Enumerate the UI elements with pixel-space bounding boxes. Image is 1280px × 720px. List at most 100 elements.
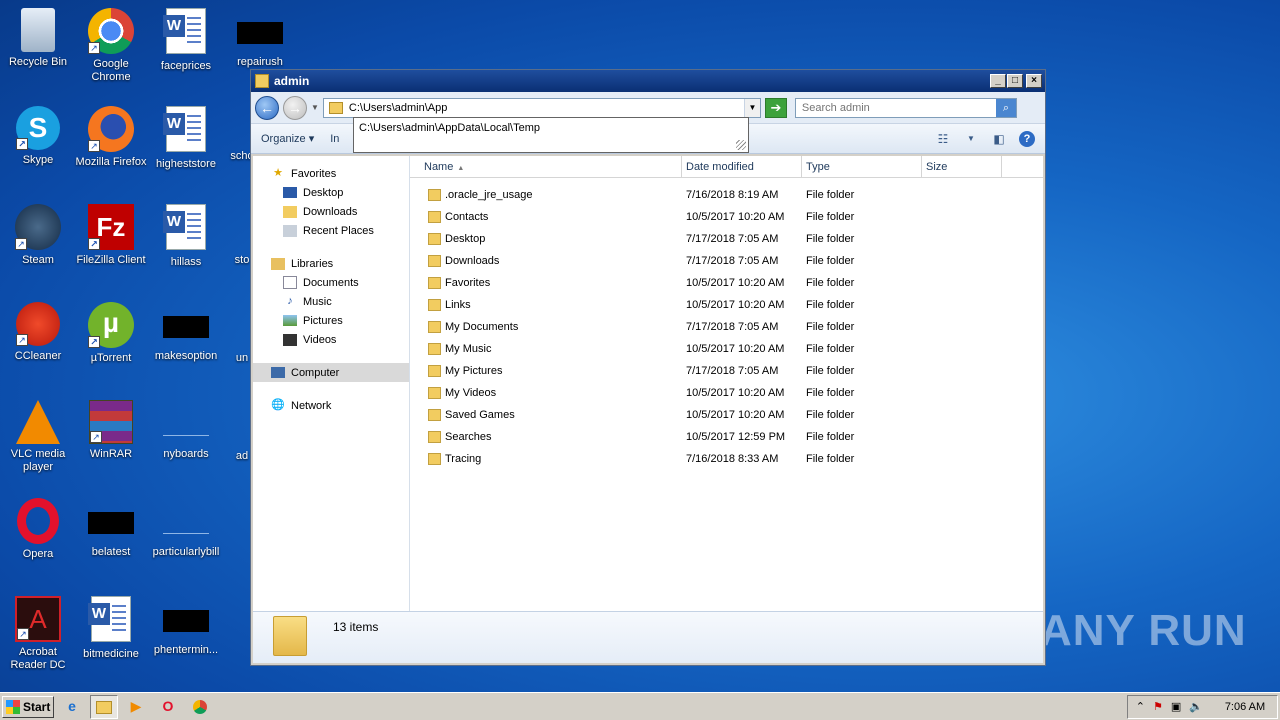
desktop-icon-belatest[interactable]: belatest [73,498,149,559]
desktop-icon-phentermin[interactable]: phentermin... [148,596,224,657]
file-type: File folder [806,387,855,399]
winrar-icon: ↗ [89,400,133,444]
desktop-icon-firefox[interactable]: ↗ Mozilla Firefox [73,106,149,169]
recent-pages-dropdown[interactable]: ▼ [311,103,319,112]
go-button[interactable]: ➔ [764,97,787,118]
taskbar-opera[interactable]: O [154,695,182,719]
desktop-icon-recycle-bin[interactable]: Recycle Bin [0,8,76,69]
nav-libraries[interactable]: Libraries [253,254,409,273]
desktop-icon-steam[interactable]: ↗ Steam [0,204,76,267]
start-button[interactable]: Start [2,695,54,718]
file-date: 7/17/2018 7:05 AM [686,233,779,245]
file-row[interactable]: Desktop 7/17/2018 7:05 AM File folder [410,228,1043,250]
address-autocomplete[interactable]: C:\Users\admin\AppData\Local\Temp [353,117,749,153]
back-button[interactable]: ← [255,95,279,120]
search-icon[interactable]: ⌕ [995,98,1016,117]
acrobat-icon: A ↗ [15,596,61,642]
title-bar[interactable]: admin _ □ × [251,70,1045,92]
computer-icon [271,367,285,378]
nav-downloads[interactable]: Downloads [253,202,409,221]
volume-icon[interactable]: 🔈 [1189,700,1203,713]
desktop-icon-winrar[interactable]: ↗ WinRAR [73,400,149,461]
desktop-icon-nyboards[interactable]: nyboards [148,400,224,461]
close-button[interactable]: × [1026,74,1042,88]
nav-documents[interactable]: Documents [253,273,409,292]
search-input[interactable] [795,101,996,114]
file-row[interactable]: Tracing 7/16/2018 8:33 AM File folder [410,448,1043,470]
nav-music[interactable]: ♪ Music [253,292,409,311]
desktop-icon-filezilla[interactable]: Fz ↗ FileZilla Client [73,204,149,267]
clock[interactable]: 7:06 AM [1221,701,1269,713]
file-row[interactable]: My Videos 10/5/2017 10:20 AM File folder [410,382,1043,404]
include-in-library-button[interactable]: In [330,133,339,145]
network-status-icon[interactable]: ▣ [1171,700,1181,713]
desktop-icon-repairush[interactable]: repairush [222,8,298,69]
minimize-button[interactable]: _ [990,74,1006,88]
address-input[interactable] [348,99,744,116]
desktop-icon-utorrent[interactable]: µ ↗ µTorrent [73,302,149,365]
view-dropdown-icon[interactable]: ▼ [963,132,979,146]
nav-network[interactable]: 🌐 Network [253,396,409,415]
organize-button[interactable]: Organize ▾ [261,132,314,145]
file-date: 10/5/2017 10:20 AM [686,211,785,223]
sort-ascending-icon: ▲ [457,165,465,172]
file-row[interactable]: Saved Games 10/5/2017 10:20 AM File folder [410,404,1043,426]
file-row[interactable]: Searches 10/5/2017 12:59 PM File folder [410,426,1043,448]
address-bar[interactable]: ▼ [322,97,761,118]
file-row[interactable]: Links 10/5/2017 10:20 AM File folder [410,294,1043,316]
file-row[interactable]: My Pictures 7/17/2018 7:05 AM File folder [410,360,1043,382]
preview-pane-icon[interactable]: ◧ [991,132,1007,146]
column-header-size[interactable]: Size [922,156,1002,177]
search-box[interactable]: ⌕ [794,97,1017,118]
taskbar-ie[interactable]: e [58,695,86,719]
file-name-cell: Desktop [410,233,682,245]
desktop-icon-label: nyboards [163,448,209,460]
explorer-window[interactable]: admin _ □ × ← → ▼ ▼ ➔ ⌕ C:\Users\admin\A… [250,69,1046,666]
desktop-icon-makesoption[interactable]: makesoption [148,302,224,363]
autocomplete-item[interactable]: C:\Users\admin\AppData\Local\Temp [359,122,743,134]
nav-computer[interactable]: Computer [253,363,409,382]
file-row[interactable]: Downloads 7/17/2018 7:05 AM File folder [410,250,1043,272]
help-icon[interactable]: ? [1019,130,1035,147]
desktop-icon-acrobat[interactable]: A ↗ Acrobat Reader DC [0,596,76,672]
column-header-type[interactable]: Type [802,156,922,177]
desktop-icon-skype[interactable]: S ↗ Skype [0,106,76,167]
nav-favorites[interactable]: ★ Favorites [253,164,409,183]
maximize-button[interactable]: □ [1007,74,1023,88]
address-dropdown-button[interactable]: ▼ [743,98,760,117]
internet-explorer-icon: e [68,697,76,714]
desktop-icon-hillass[interactable]: hillass [148,204,224,269]
nav-desktop[interactable]: Desktop [253,183,409,202]
forward-button[interactable]: → [283,95,307,120]
taskbar-media-player[interactable]: ▶ [122,695,150,719]
resize-grip[interactable] [736,140,746,150]
taskbar-explorer[interactable] [90,694,118,719]
file-row[interactable]: Contacts 10/5/2017 10:20 AM File folder [410,206,1043,228]
file-name: My Videos [445,387,497,399]
file-row[interactable]: .oracle_jre_usage 7/16/2018 8:19 AM File f… [410,184,1043,206]
taskbar-chrome[interactable] [186,695,214,719]
desktop-icon-bitmedicine[interactable]: bitmedicine [73,596,149,661]
desktop-icon-faceprices[interactable]: faceprices [148,8,224,73]
file-name-cell: .oracle_jre_usage [410,189,682,201]
nav-pictures[interactable]: Pictures [253,311,409,330]
nav-videos[interactable]: Videos [253,330,409,349]
star-icon: ★ [273,167,283,179]
action-center-icon[interactable]: ⚑ [1153,700,1163,713]
view-options-icon[interactable]: ☷ [935,132,951,146]
nav-recent-places[interactable]: Recent Places [253,221,409,240]
file-row[interactable]: Favorites 10/5/2017 10:20 AM File folder [410,272,1043,294]
file-row[interactable]: My Documents 7/17/2018 7:05 AM File folder [410,316,1043,338]
column-header-name[interactable]: Name ▲ [410,156,682,177]
nav-label: Libraries [291,257,334,270]
column-header-date[interactable]: Date modified [682,156,802,177]
desktop-icon-vlc[interactable]: VLC media player [0,400,76,474]
file-row[interactable]: My Music 10/5/2017 10:20 AM File folder [410,338,1043,360]
desktop-icon-particularlybill[interactable]: particularlybill [148,498,224,559]
desktop-icon-chrome[interactable]: ↗ Google Chrome [73,8,149,84]
desktop-icon-higheststore[interactable]: higheststore [148,106,224,171]
show-hidden-icons-icon[interactable]: ⌃ [1136,700,1145,713]
desktop-icon-opera[interactable]: Opera [0,498,76,561]
file-type: File folder [806,255,855,267]
desktop-icon-ccleaner[interactable]: ↗ CCleaner [0,302,76,363]
